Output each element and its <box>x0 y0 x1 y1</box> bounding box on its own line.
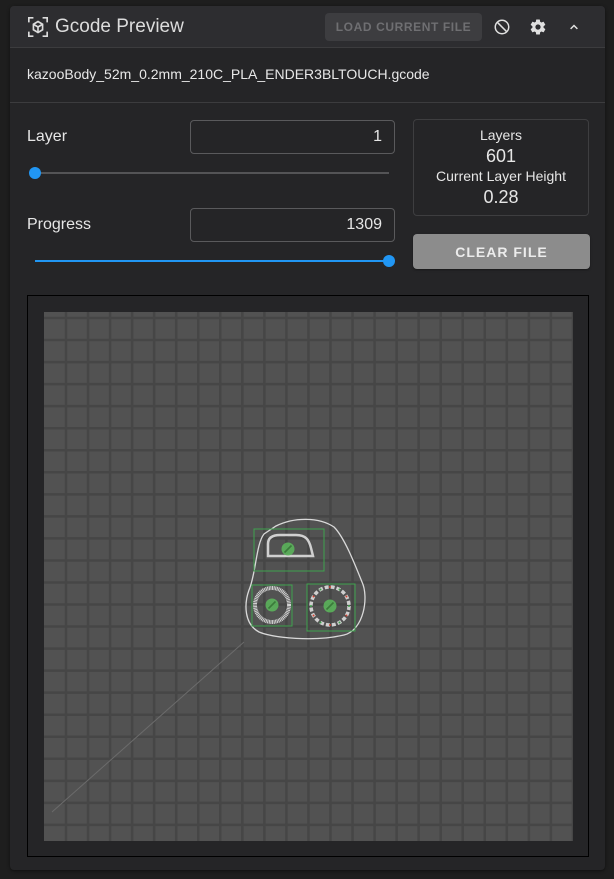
gcode-preview-card: Gcode Preview LOAD CURRENT FILE kazooBod… <box>10 6 605 870</box>
seam-dot <box>345 614 348 617</box>
gear-icon[interactable] <box>529 18 547 36</box>
seam-dot <box>319 588 322 591</box>
layer-slider-track <box>35 172 389 174</box>
top-object-marker-icon[interactable] <box>281 542 295 556</box>
seam-dot <box>312 614 315 617</box>
progress-slider-fill <box>35 260 389 262</box>
print-bed[interactable] <box>44 312 573 841</box>
load-current-file-button[interactable]: LOAD CURRENT FILE <box>325 13 482 41</box>
chevron-up-icon[interactable] <box>565 18 583 36</box>
seam-dot <box>329 586 331 588</box>
layer-input[interactable] <box>190 120 395 154</box>
card-title: Gcode Preview <box>55 16 184 37</box>
progress-label: Progress <box>27 216 92 233</box>
seam-dot <box>312 595 315 598</box>
stats-box: Layers 601 Current Layer Height 0.28 <box>413 119 589 216</box>
seam-dot <box>319 621 322 624</box>
file-info-row: kazooBody_52m_0.2mm_210C_PLA_ENDER3BLTOU… <box>10 48 605 103</box>
layer-label: Layer <box>27 128 68 145</box>
layers-value: 601 <box>485 146 517 166</box>
current-layer-height-value: 0.28 <box>483 187 519 207</box>
seam-dot <box>310 605 312 607</box>
left-ring-marker-icon[interactable] <box>265 598 279 612</box>
layer-slider[interactable] <box>29 165 389 181</box>
progress-slider[interactable] <box>35 253 395 269</box>
progress-input[interactable] <box>190 208 395 242</box>
gcode-viewer[interactable] <box>27 295 589 857</box>
seam-dot <box>338 588 341 591</box>
seam-dot <box>338 621 341 624</box>
layer-slider-thumb[interactable] <box>29 167 41 179</box>
card-toolbar: Gcode Preview LOAD CURRENT FILE <box>10 6 605 48</box>
cancel-icon[interactable] <box>493 18 511 36</box>
cube-focus-icon <box>28 17 48 37</box>
current-layer-height-label: Current Layer Height <box>436 168 566 184</box>
right-gear-marker-icon[interactable] <box>323 599 337 613</box>
clear-file-button[interactable]: CLEAR FILE <box>413 234 590 269</box>
seam-dot <box>345 595 348 598</box>
progress-slider-thumb[interactable] <box>383 255 395 267</box>
seam-dot <box>348 605 350 607</box>
file-name: kazooBody_52m_0.2mm_210C_PLA_ENDER3BLTOU… <box>27 66 430 82</box>
seam-dot <box>329 624 331 626</box>
layers-label: Layers <box>479 127 523 143</box>
